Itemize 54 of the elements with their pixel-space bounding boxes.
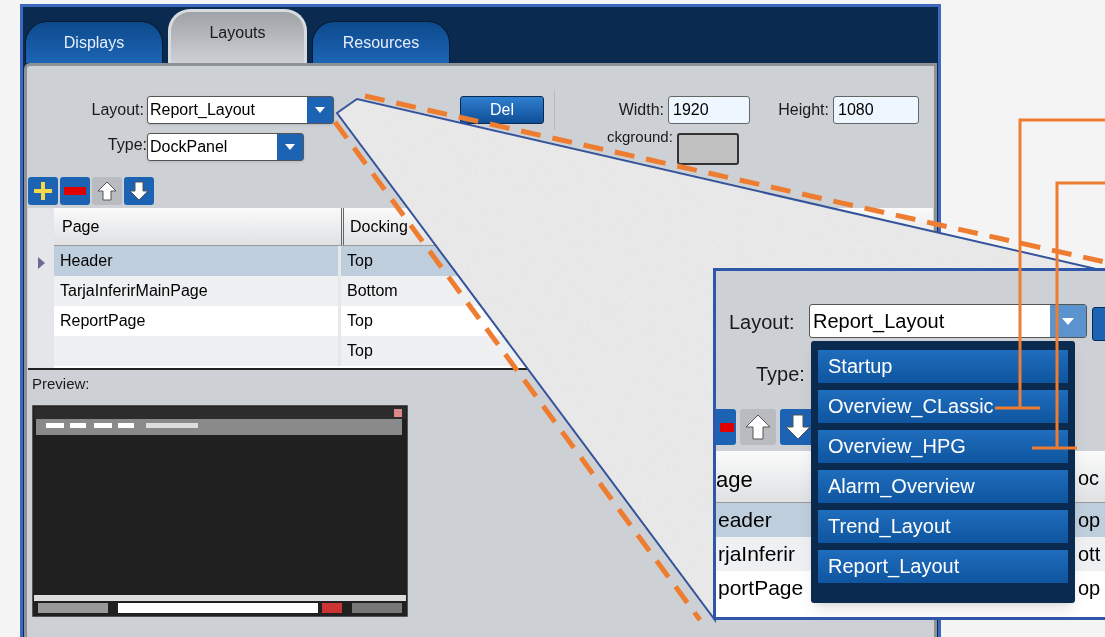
table-cell: Top bbox=[347, 252, 373, 269]
dropdown-item[interactable]: Startup bbox=[818, 350, 1068, 383]
up-arrow-icon bbox=[745, 414, 771, 440]
dropdown-arrow-icon bbox=[285, 144, 295, 150]
move-up-button[interactable] bbox=[740, 409, 776, 445]
dropdown-arrow-icon bbox=[1062, 317, 1074, 325]
minus-icon bbox=[64, 187, 86, 195]
field-label: Type: bbox=[756, 362, 805, 387]
table-cell[interactable]: Header bbox=[54, 246, 341, 276]
field-label: ckground: bbox=[607, 130, 673, 144]
plus-icon bbox=[34, 182, 52, 200]
table-cell: Top bbox=[347, 312, 373, 329]
field-label: Width: bbox=[617, 100, 665, 120]
field-label: Layout: bbox=[90, 100, 145, 120]
field-label: Height: bbox=[777, 100, 830, 120]
tab[interactable]: Displays bbox=[25, 21, 163, 63]
current-row-icon bbox=[37, 257, 45, 269]
column-header[interactable]: age bbox=[716, 463, 753, 496]
layout-dropdown[interactable]: Report_Layout bbox=[809, 304, 1087, 338]
dropdown-item[interactable]: Overview_HPG bbox=[818, 430, 1068, 463]
table-cell-text: ott bbox=[1078, 542, 1101, 567]
field-label: Type: bbox=[106, 135, 147, 155]
down-arrow-icon bbox=[785, 414, 811, 440]
move-down-button[interactable] bbox=[124, 177, 154, 205]
add-row-button[interactable] bbox=[28, 177, 58, 205]
background-color-swatch[interactable] bbox=[676, 133, 739, 165]
table-cell[interactable]: eader bbox=[716, 503, 811, 537]
field-label: Layout: bbox=[729, 310, 795, 335]
table-cell[interactable] bbox=[54, 336, 341, 366]
tab[interactable]: Layouts bbox=[168, 9, 307, 63]
up-arrow-icon bbox=[97, 181, 117, 201]
dropdown-item[interactable]: Alarm_Overview bbox=[818, 470, 1068, 503]
column-header[interactable]: Page bbox=[54, 208, 341, 245]
dropdown-item[interactable]: Trend_Layout bbox=[818, 510, 1068, 543]
down-arrow-icon bbox=[129, 181, 149, 201]
tab[interactable]: Resources bbox=[312, 21, 450, 63]
width-field[interactable]: 1920 bbox=[668, 96, 750, 124]
table-cell: Top bbox=[347, 342, 373, 359]
table-cell: Bottom bbox=[347, 282, 398, 299]
dropdown-arrow-icon bbox=[315, 107, 325, 113]
table-cell[interactable]: TarjaInferirMainPage bbox=[54, 276, 341, 306]
layout-dropdown[interactable]: Report_Layout bbox=[147, 96, 334, 124]
move-up-button[interactable] bbox=[92, 177, 122, 205]
table-cell-text: op bbox=[1078, 508, 1101, 533]
column-header[interactable]: Docking bbox=[350, 218, 408, 235]
minus-icon bbox=[720, 422, 734, 432]
delete-button[interactable]: Del bbox=[460, 96, 544, 124]
height-field[interactable]: 1080 bbox=[833, 96, 919, 124]
column-header[interactable]: oc bbox=[1078, 463, 1100, 493]
table-cell-text: op bbox=[1078, 576, 1101, 601]
dropdown-item[interactable]: Report_Layout bbox=[818, 550, 1068, 583]
type-dropdown[interactable]: DockPanel bbox=[147, 133, 304, 161]
dropdown-item[interactable]: Overview_CLassic bbox=[818, 390, 1068, 423]
preview-label: Preview: bbox=[32, 374, 90, 394]
